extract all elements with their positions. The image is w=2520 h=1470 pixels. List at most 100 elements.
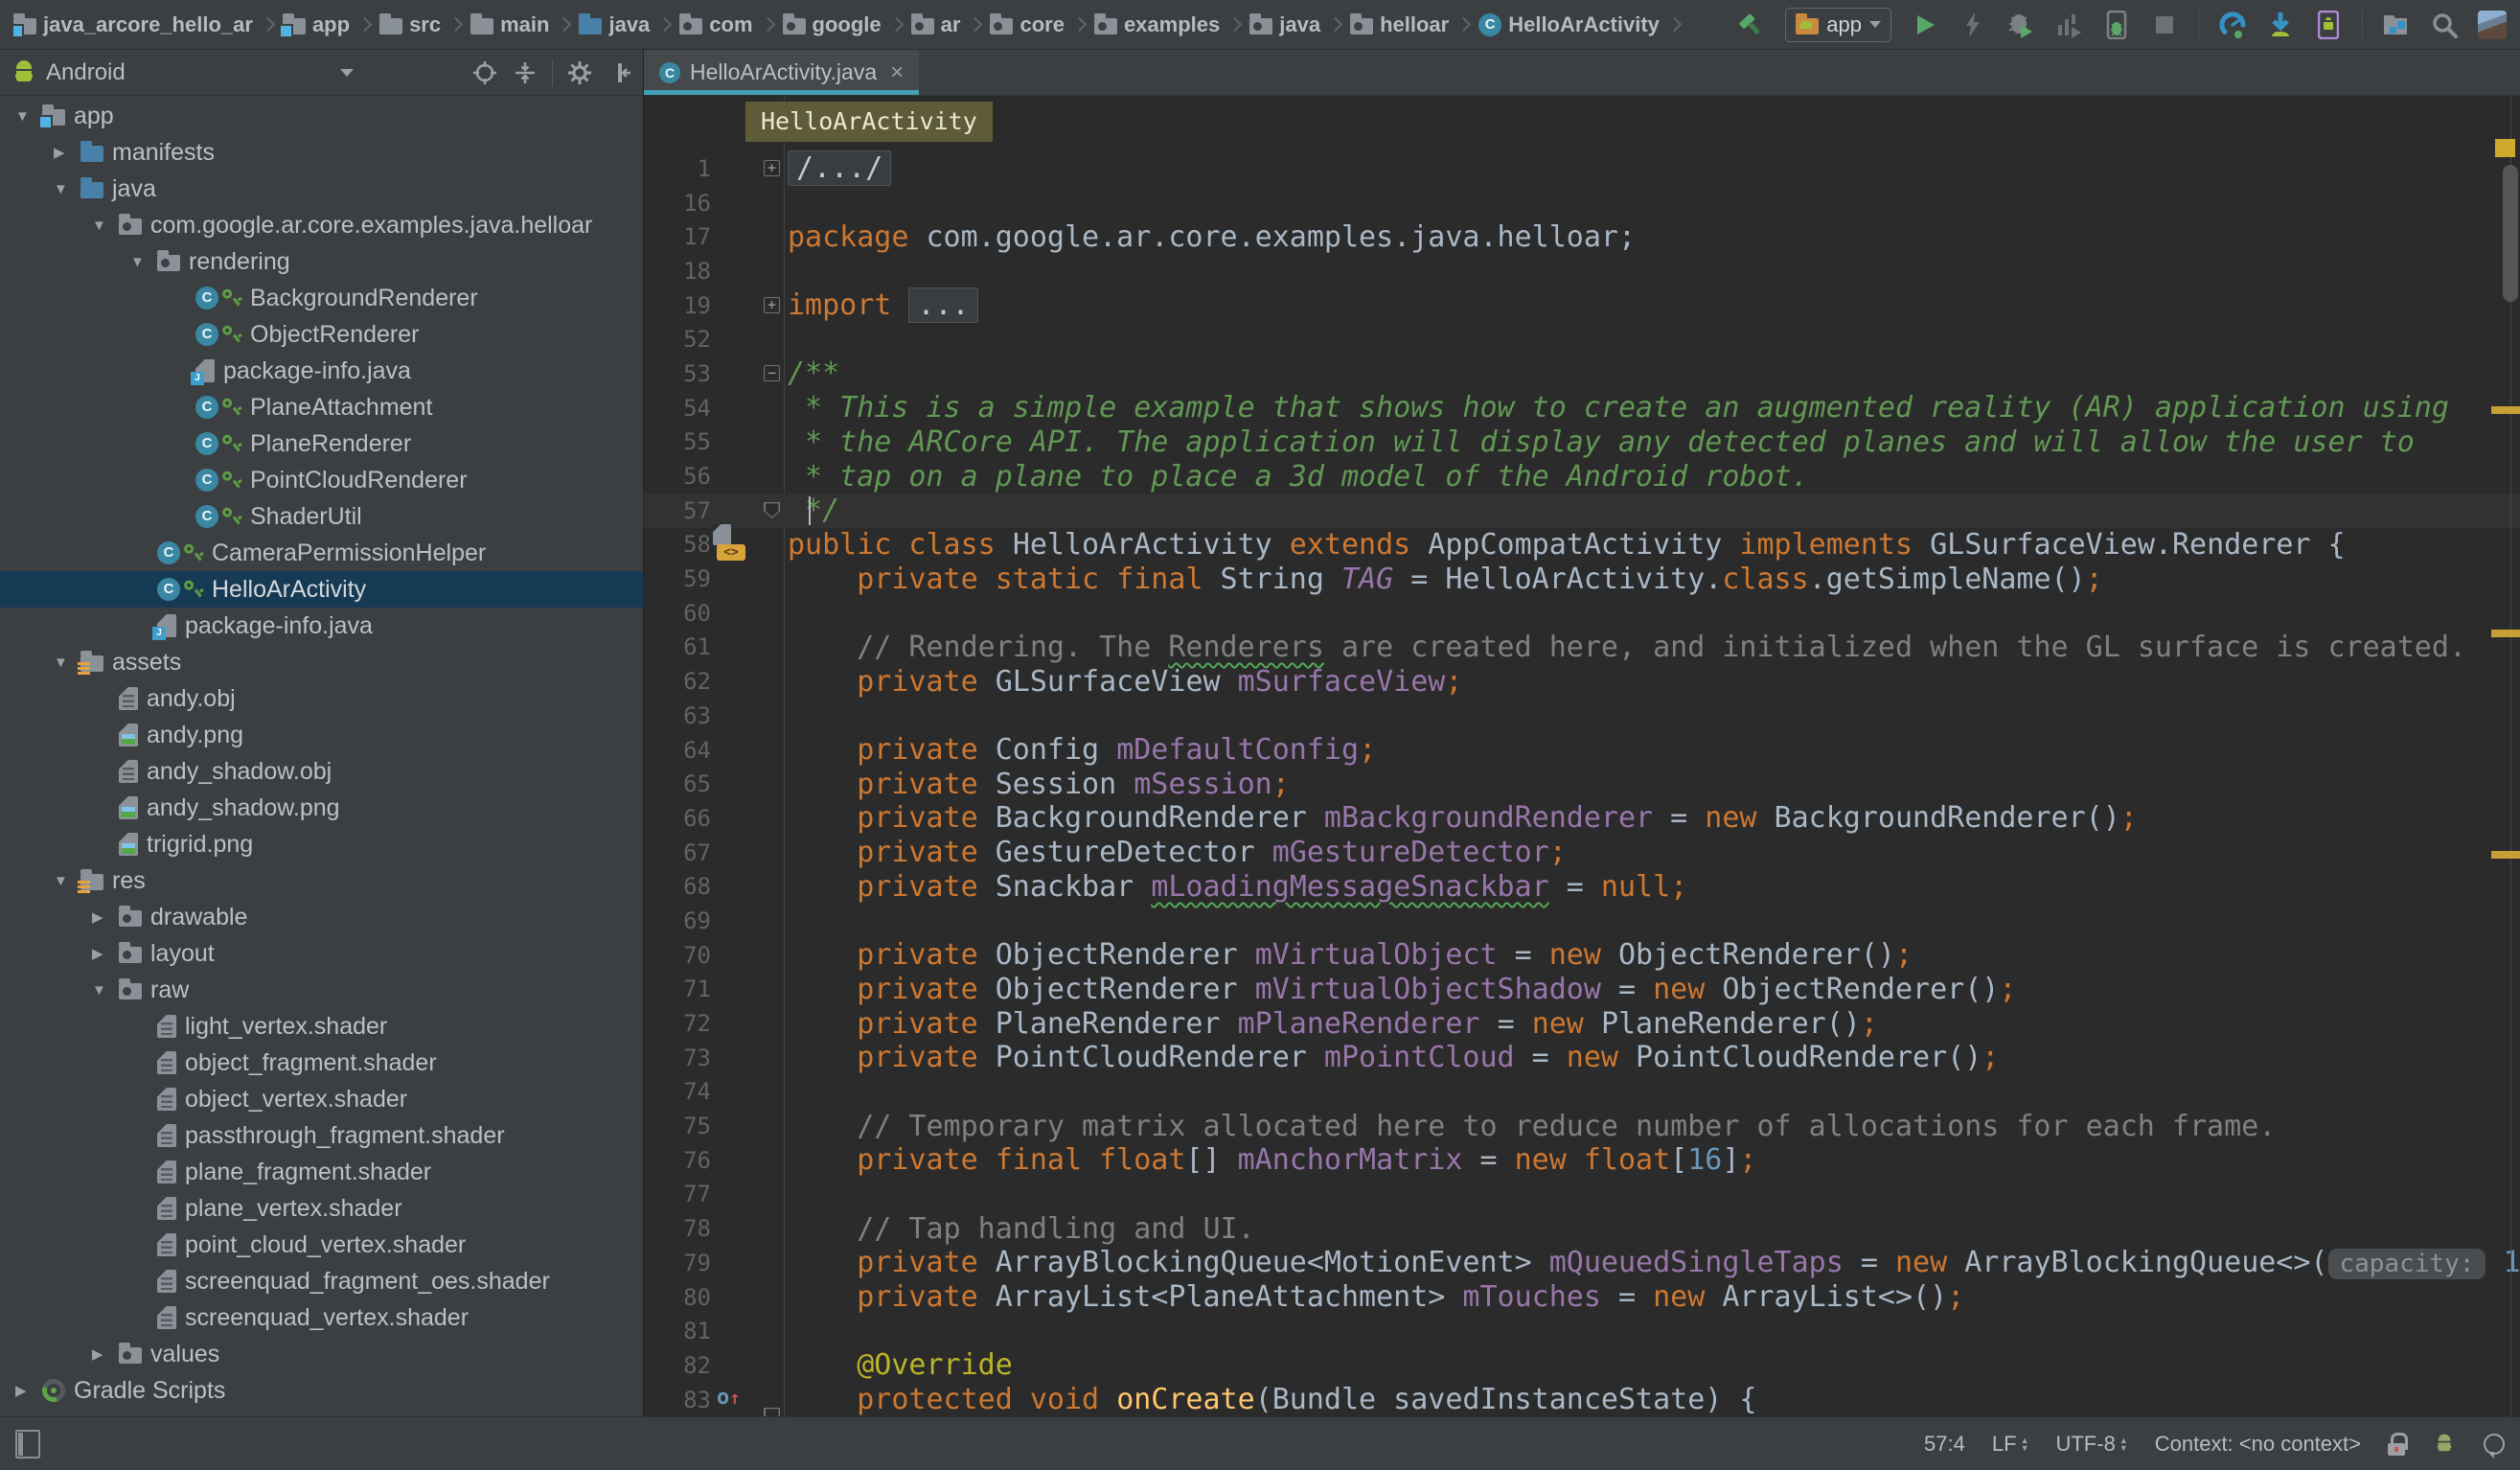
gutter[interactable]: +: [711, 288, 784, 323]
tree-item-layout[interactable]: ▶layout: [0, 935, 643, 972]
code-line-67[interactable]: 67 private GestureDetector mGestureDetec…: [644, 836, 2520, 870]
android-profiler-button[interactable]: [2218, 11, 2247, 39]
code-line-63[interactable]: 63: [644, 699, 2520, 733]
tree-open-arrow-icon[interactable]: ▼: [52, 873, 80, 889]
tree-item-com-google-ar-core-examples-java-helloar[interactable]: ▼com.google.ar.core.examples.java.helloa…: [0, 207, 643, 243]
code-line-79[interactable]: 79 private ArrayBlockingQueue<MotionEven…: [644, 1246, 2520, 1280]
gutter[interactable]: [711, 494, 784, 528]
tree-item-helloaractivity[interactable]: CHelloArActivity: [0, 571, 643, 608]
tree-item-rendering[interactable]: ▼rendering: [0, 243, 643, 280]
line-separator-widget[interactable]: LF ▲▼: [1992, 1432, 2029, 1457]
stop-button[interactable]: [2150, 11, 2179, 39]
tab-helloaractivity-java[interactable]: C HelloArActivity.java ×: [644, 50, 919, 95]
breadcrumb-item-ar[interactable]: ar: [911, 12, 961, 37]
tree-item-plane-fragment-shader[interactable]: plane_fragment.shader: [0, 1154, 643, 1190]
code-line-70[interactable]: 70 private ObjectRenderer mVirtualObject…: [644, 938, 2520, 973]
tree-item-drawable[interactable]: ▶drawable: [0, 899, 643, 935]
tree-closed-arrow-icon[interactable]: ▶: [90, 945, 119, 962]
context-widget[interactable]: Context: <no context>: [2155, 1432, 2361, 1457]
tree-item-camerapermissionhelper[interactable]: CCameraPermissionHelper: [0, 535, 643, 571]
tree-item-andy-obj[interactable]: andy.obj: [0, 680, 643, 717]
tree-item-backgroundrenderer[interactable]: CBackgroundRenderer: [0, 280, 643, 316]
breadcrumb-item-src[interactable]: src: [379, 12, 441, 37]
code-line-64[interactable]: 64 private Config mDefaultConfig;: [644, 733, 2520, 768]
debug-button[interactable]: [2006, 11, 2035, 39]
code-line-61[interactable]: 61 // Rendering. The Renderers are creat…: [644, 631, 2520, 665]
tree-item-light-vertex-shader[interactable]: light_vertex.shader: [0, 1008, 643, 1045]
code-line-73[interactable]: 73 private PointCloudRenderer mPointClou…: [644, 1041, 2520, 1075]
code-line-16[interactable]: 16: [644, 186, 2520, 220]
code-line-55[interactable]: 55 * the ARCore API. The application wil…: [644, 425, 2520, 460]
code-line-62[interactable]: 62 private GLSurfaceView mSurfaceView;: [644, 664, 2520, 699]
tree-open-arrow-icon[interactable]: ▼: [52, 655, 80, 671]
tree-item-screenquad-fragment-oes-shader[interactable]: screenquad_fragment_oes.shader: [0, 1263, 643, 1299]
gutter[interactable]: o↑: [711, 1383, 784, 1416]
tree-item-raw[interactable]: ▼raw: [0, 972, 643, 1008]
code-line-19[interactable]: 19+import ...: [644, 288, 2520, 323]
code-line-72[interactable]: 72 private PlaneRenderer mPlaneRenderer …: [644, 1006, 2520, 1041]
search-everywhere-button[interactable]: [2430, 11, 2459, 39]
code-line-76[interactable]: 76 private final float[] mAnchorMatrix =…: [644, 1143, 2520, 1178]
gutter[interactable]: −: [711, 356, 784, 391]
code-line-59[interactable]: 59 private static final String TAG = Hel…: [644, 562, 2520, 596]
tree-item-package-info-java[interactable]: Jpackage-info.java: [0, 353, 643, 389]
project-view-selector[interactable]: Android: [46, 59, 126, 86]
code-line-53[interactable]: 53−/**: [644, 356, 2520, 391]
sdk-manager-button[interactable]: [2266, 11, 2295, 39]
breadcrumb-item-java[interactable]: java: [1249, 12, 1320, 37]
code-line-80[interactable]: 80 private ArrayList<PlaneAttachment> mT…: [644, 1280, 2520, 1315]
code-line-69[interactable]: 69: [644, 904, 2520, 938]
hide-panel-icon[interactable]: [607, 59, 633, 86]
tree-item-point-cloud-vertex-shader[interactable]: point_cloud_vertex.shader: [0, 1227, 643, 1263]
code-line-81[interactable]: 81: [644, 1314, 2520, 1348]
code-editor[interactable]: HelloArActivity 1+/.../1617package com.g…: [644, 96, 2520, 1416]
code-line-1[interactable]: 1+/.../: [644, 151, 2520, 186]
tree-closed-arrow-icon[interactable]: ▶: [90, 908, 119, 926]
editor-scrollbar-thumb[interactable]: [2503, 165, 2518, 302]
code-line-18[interactable]: 18: [644, 254, 2520, 288]
avd-manager-button[interactable]: [2314, 11, 2343, 39]
tree-item-object-vertex-shader[interactable]: object_vertex.shader: [0, 1081, 643, 1117]
code-line-71[interactable]: 71 private ObjectRenderer mVirtualObject…: [644, 973, 2520, 1007]
code-line-74[interactable]: 74: [644, 1075, 2520, 1110]
code-line-66[interactable]: 66 private BackgroundRenderer mBackgroun…: [644, 801, 2520, 836]
gear-icon[interactable]: [566, 59, 593, 86]
code-line-58[interactable]: 58<>public class HelloArActivity extends…: [644, 528, 2520, 563]
tree-open-arrow-icon[interactable]: ▼: [90, 218, 119, 234]
event-log-icon[interactable]: [2484, 1434, 2505, 1455]
profile-avatar[interactable]: [2478, 11, 2507, 39]
inspection-status-indicator[interactable]: [2495, 139, 2515, 157]
warning-stripe-mark[interactable]: [2491, 406, 2520, 414]
code-line-82[interactable]: 82 @Override: [644, 1348, 2520, 1383]
tree-item-andy-png[interactable]: andy.png: [0, 717, 643, 753]
tree-closed-arrow-icon[interactable]: ▶: [52, 144, 80, 161]
code-line-60[interactable]: 60: [644, 596, 2520, 631]
breadcrumb-item-java[interactable]: java: [579, 12, 650, 37]
tree-item-java[interactable]: ▼java: [0, 171, 643, 207]
tree-item-planeattachment[interactable]: CPlaneAttachment: [0, 389, 643, 425]
tree-item-values[interactable]: ▶values: [0, 1336, 643, 1372]
code-line-57[interactable]: 57 */: [644, 494, 2520, 528]
breadcrumb-item-examples[interactable]: examples: [1094, 12, 1220, 37]
warning-stripe-mark[interactable]: [2491, 851, 2520, 859]
tree-open-arrow-icon[interactable]: ▼: [52, 181, 80, 197]
tree-closed-arrow-icon[interactable]: ▶: [90, 1345, 119, 1363]
tree-item-andy-shadow-png[interactable]: andy_shadow.png: [0, 790, 643, 826]
apply-changes-button[interactable]: [1959, 11, 1987, 39]
run-configuration-chooser[interactable]: app: [1785, 8, 1891, 42]
tree-item-screenquad-vertex-shader[interactable]: screenquad_vertex.shader: [0, 1299, 643, 1336]
run-button[interactable]: [1911, 11, 1939, 39]
android-monitor-icon[interactable]: [2435, 1434, 2455, 1454]
code-line-68[interactable]: 68 private Snackbar mLoadingMessageSnack…: [644, 869, 2520, 904]
tree-item-package-info-java[interactable]: Jpackage-info.java: [0, 608, 643, 644]
close-icon[interactable]: ×: [890, 59, 904, 86]
tree-item-object-fragment-shader[interactable]: object_fragment.shader: [0, 1045, 643, 1081]
profile-button[interactable]: [2054, 11, 2083, 39]
breadcrumb-item-app[interactable]: app: [283, 12, 350, 37]
breadcrumb-item-helloar[interactable]: helloar: [1350, 12, 1449, 37]
tree-closed-arrow-icon[interactable]: ▶: [13, 1382, 42, 1399]
tree-item-trigrid-png[interactable]: trigrid.png: [0, 826, 643, 862]
breadcrumb-item-java-arcore-hello-ar[interactable]: java_arcore_hello_ar: [13, 12, 253, 37]
code-line-17[interactable]: 17package com.google.ar.core.examples.ja…: [644, 219, 2520, 254]
code-line-77[interactable]: 77: [644, 1178, 2520, 1212]
